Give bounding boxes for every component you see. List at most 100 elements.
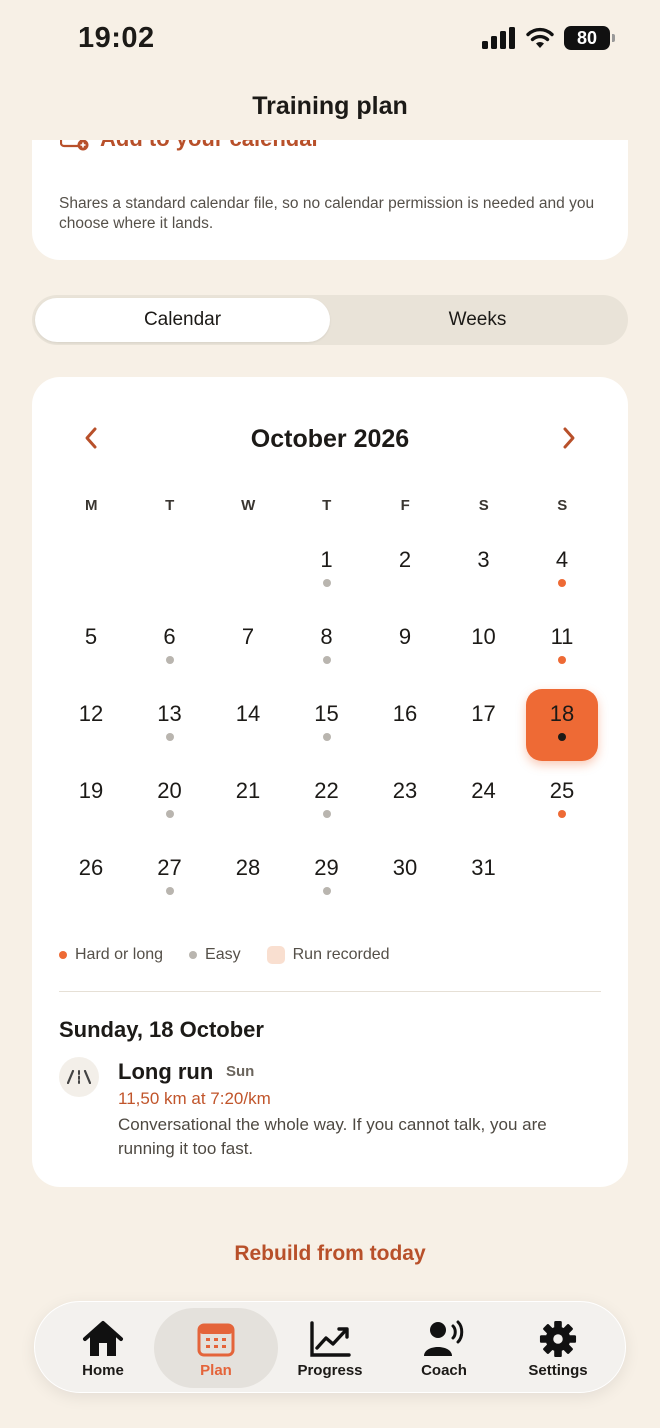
session-dot: [165, 733, 174, 741]
status-bar: 19:02 80: [0, 0, 660, 80]
calendar-day[interactable]: 27: [134, 843, 206, 915]
calendar-day[interactable]: 16: [369, 689, 441, 761]
day-number: 30: [392, 855, 418, 880]
calendar-day[interactable]: 5: [55, 612, 127, 684]
calendar-day[interactable]: 8: [291, 612, 363, 684]
day-number: 6: [163, 624, 176, 649]
calendar-day[interactable]: 20: [134, 766, 206, 838]
calendar-day[interactable]: 13: [134, 689, 206, 761]
calendar-day-selected[interactable]: 18: [526, 689, 598, 761]
day-number: 31: [471, 855, 496, 880]
road-icon: [59, 1057, 99, 1097]
calendar-day[interactable]: 14: [212, 689, 284, 761]
weekday-label: W: [241, 497, 256, 514]
calendar-day[interactable]: 17: [448, 689, 520, 761]
calendar-day[interactable]: 6: [134, 612, 206, 684]
legend-easy-dot: [189, 951, 198, 959]
calendar-day[interactable]: 26: [55, 843, 127, 915]
tab-plan[interactable]: Plan: [154, 1308, 278, 1388]
legend-recorded-label: Run recorded: [292, 946, 390, 963]
calendar-day[interactable]: 30: [369, 843, 441, 915]
day-number: 16: [392, 701, 418, 726]
legend-hard: Hard or long: [59, 946, 163, 964]
tab-progress[interactable]: Progress: [268, 1308, 392, 1388]
tab-coach[interactable]: Coach: [382, 1308, 506, 1388]
session-dot: [558, 656, 566, 664]
session-dot: [165, 810, 174, 818]
day-number: 4: [555, 547, 569, 572]
page-title: Training plan: [252, 92, 408, 120]
calendar-day[interactable]: 7: [212, 612, 284, 684]
session-dot: [165, 887, 174, 895]
calendar-day[interactable]: 1: [291, 535, 363, 607]
calendar-day[interactable]: 23: [369, 766, 441, 838]
legend-recorded-swatch: [266, 946, 285, 964]
tab-calendar[interactable]: Calendar: [35, 298, 330, 342]
calendar-day[interactable]: 3: [448, 535, 520, 607]
month-header: October 2026: [32, 421, 628, 457]
calendar-day[interactable]: 4: [526, 535, 598, 607]
day-number: 13: [157, 701, 182, 726]
legend-recorded: Run recorded: [266, 946, 390, 964]
session-dot: [322, 656, 331, 664]
add-to-calendar-button[interactable]: Add to your calendar: [60, 140, 320, 152]
legend-hard-dot: [59, 951, 67, 959]
legend-easy-label: Easy: [205, 946, 241, 963]
day-number: 29: [314, 855, 339, 880]
day-number: 5: [84, 624, 98, 649]
day-number: 14: [235, 701, 261, 726]
day-number: 28: [235, 855, 261, 880]
calendar-icon: [197, 1323, 235, 1357]
tab-settings-label: Settings: [528, 1362, 588, 1379]
calendar-day[interactable]: 21: [212, 766, 284, 838]
calendar-day[interactable]: 2: [369, 535, 441, 607]
tab-settings[interactable]: Settings: [496, 1308, 620, 1388]
session-dot: [322, 810, 331, 818]
add-to-calendar-label: Add to your calendar: [100, 140, 320, 152]
tab-progress-label: Progress: [297, 1362, 363, 1379]
session-title[interactable]: Long run: [118, 1059, 213, 1085]
day-number: 20: [157, 778, 182, 803]
calendar-day[interactable]: 25: [526, 766, 598, 838]
calendar-day[interactable]: 12: [55, 689, 127, 761]
session-dot: [558, 810, 566, 818]
next-month-button[interactable]: [554, 423, 584, 453]
coach-voice-icon: [424, 1320, 464, 1356]
calendar-day[interactable]: 24: [448, 766, 520, 838]
weekday-label: T: [322, 497, 332, 514]
weekday-label: M: [85, 497, 98, 514]
tab-home[interactable]: Home: [41, 1308, 165, 1388]
calendar-day[interactable]: 28: [212, 843, 284, 915]
calendar-day[interactable]: 22: [291, 766, 363, 838]
calendar-day[interactable]: 15: [291, 689, 363, 761]
day-number: 9: [398, 624, 412, 649]
day-number: 10: [471, 624, 496, 649]
calendar-day[interactable]: 11: [526, 612, 598, 684]
tab-coach-label: Coach: [421, 1362, 467, 1379]
tab-home-label: Home: [82, 1362, 124, 1379]
session-day: Sun: [226, 1063, 255, 1080]
selected-day-title: Sunday, 18 October: [59, 1017, 264, 1042]
rebuild-from-today-button[interactable]: Rebuild from today: [0, 1242, 660, 1266]
calendar-day[interactable]: 31: [448, 843, 520, 915]
tab-plan-label: Plan: [200, 1362, 232, 1379]
status-icons: 80: [482, 26, 615, 50]
tab-weeks[interactable]: Weeks: [330, 298, 625, 342]
calendar-card: October 2026 MTWTFSS 1 2 3 4 5 6 7 8 9 10 11 12 13 14…: [32, 377, 628, 1187]
session-description: Conversational the whole way. If you can…: [118, 1115, 547, 1158]
day-number: 23: [392, 778, 418, 803]
chevron-right-icon: [563, 427, 575, 449]
session-dot: [322, 579, 331, 587]
weekday-header: MTWTFSS: [52, 497, 602, 514]
session-pace: 11,50 km at 7:20/km: [118, 1089, 271, 1108]
calendar-day[interactable]: 29: [291, 843, 363, 915]
weekday-label: T: [165, 497, 175, 514]
signal-icon: [482, 27, 515, 49]
calendar-day[interactable]: 10: [448, 612, 520, 684]
add-to-calendar-description: Shares a standard calendar file, so no c…: [59, 195, 595, 232]
calendar-day[interactable]: 19: [55, 766, 127, 838]
session-dot: [322, 887, 331, 895]
calendar-day[interactable]: 9: [369, 612, 441, 684]
session-dot: [165, 656, 174, 664]
add-to-calendar-card: Add to your calendar Shares a standard c…: [32, 140, 628, 260]
